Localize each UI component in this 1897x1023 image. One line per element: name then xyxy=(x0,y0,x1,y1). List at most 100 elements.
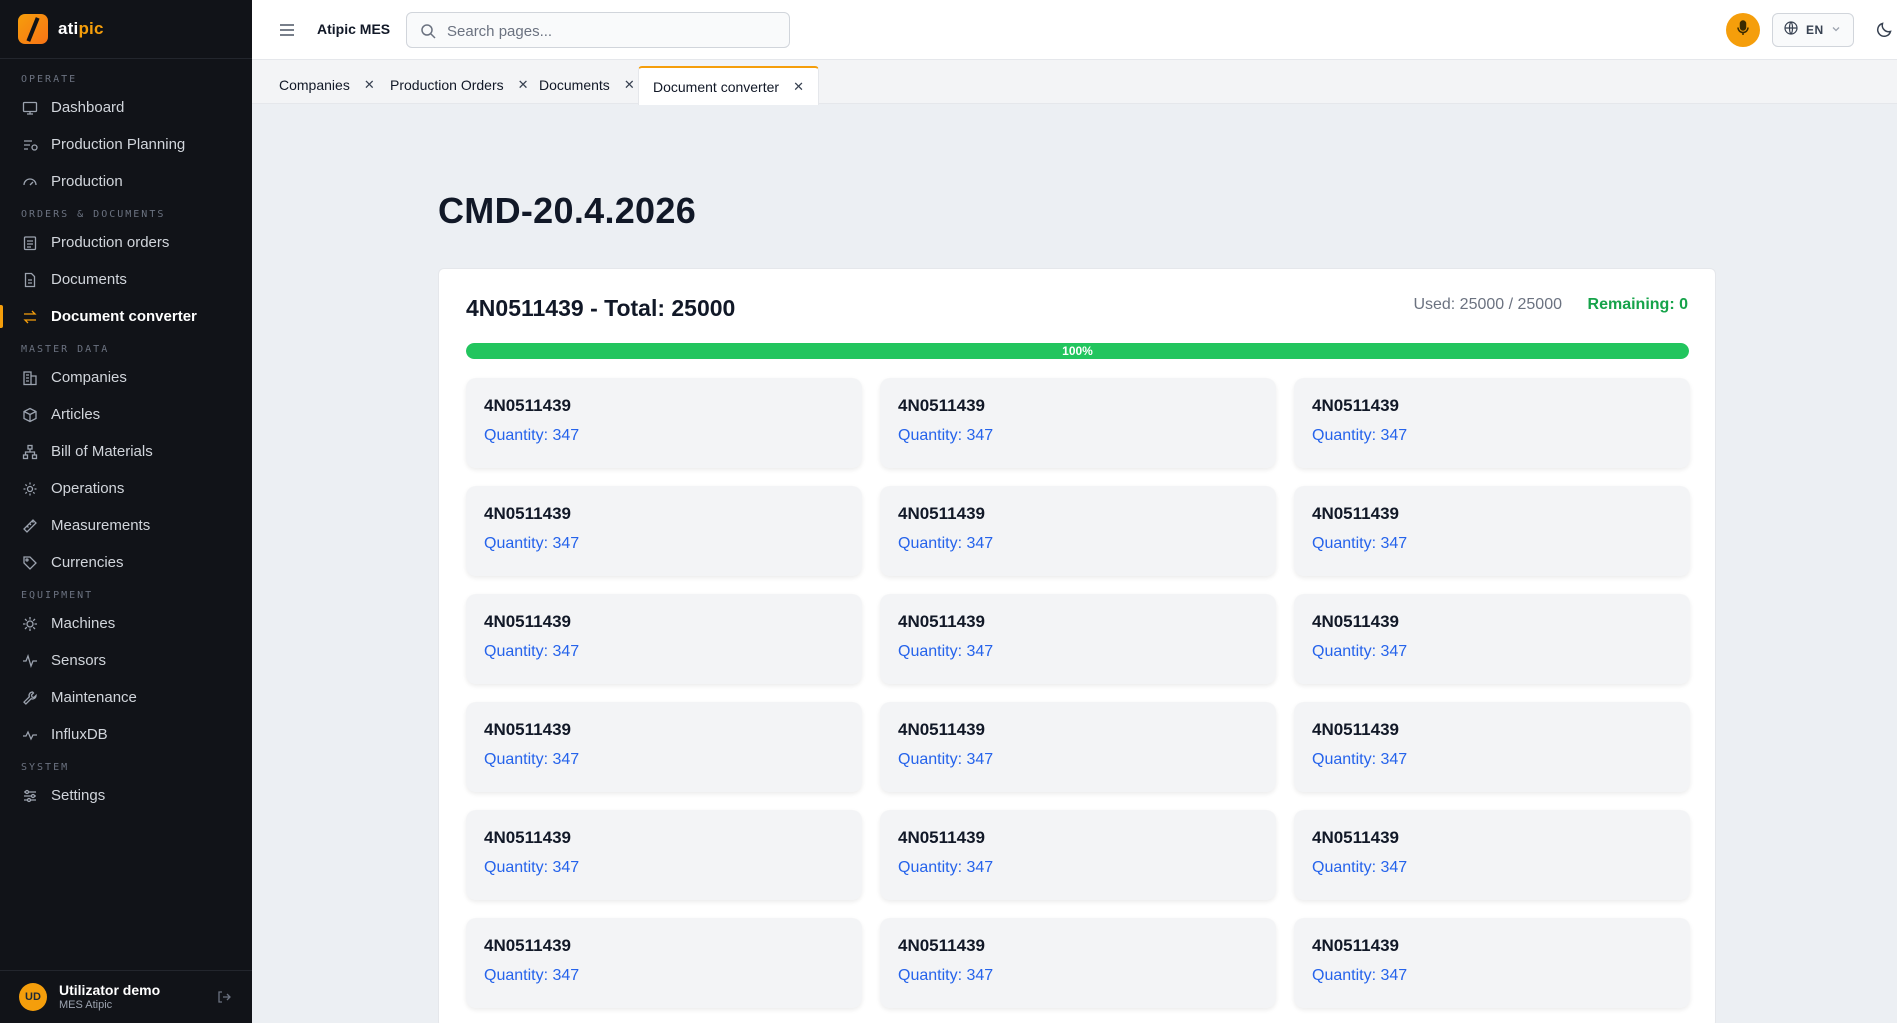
sidebar-item-influxdb[interactable]: InfluxDB xyxy=(0,716,252,753)
allocation-card[interactable]: 4N0511439 Quantity: 347 xyxy=(466,378,862,468)
card-quantity: Quantity: 347 xyxy=(898,967,994,984)
sidebar-item-machines[interactable]: Machines xyxy=(0,605,252,642)
allocation-card[interactable]: 4N0511439 Quantity: 347 xyxy=(466,918,862,1008)
allocation-card[interactable]: 4N0511439 Quantity: 347 xyxy=(880,918,1276,1008)
sidebar-item-label: Sensors xyxy=(51,652,107,669)
allocation-card[interactable]: 4N0511439 Quantity: 347 xyxy=(880,486,1276,576)
card-code: 4N0511439 xyxy=(484,612,571,631)
allocation-card[interactable]: 4N0511439 Quantity: 347 xyxy=(880,810,1276,900)
card-quantity: Quantity: 347 xyxy=(1312,535,1408,552)
sidebar-item-measurements[interactable]: Measurements xyxy=(0,507,252,544)
close-icon[interactable]: ✕ xyxy=(364,77,375,93)
box-icon xyxy=(21,406,38,423)
tab-documents[interactable]: Documents ✕ xyxy=(525,66,635,104)
sidebar-item-articles[interactable]: Articles xyxy=(0,396,252,433)
sidebar-item-dashboard[interactable]: Dashboard xyxy=(0,89,252,126)
card-code: 4N0511439 xyxy=(1312,936,1399,955)
microphone-button[interactable] xyxy=(1726,13,1760,47)
card-code: 4N0511439 xyxy=(1312,396,1399,415)
card-code: 4N0511439 xyxy=(1312,612,1399,631)
activity-icon xyxy=(21,726,38,743)
brand[interactable]: atipic xyxy=(0,0,252,59)
card-code: 4N0511439 xyxy=(898,612,985,631)
allocation-card[interactable]: 4N0511439 Quantity: 347 xyxy=(1294,594,1690,684)
allocation-card[interactable]: 4N0511439 Quantity: 347 xyxy=(1294,486,1690,576)
sidebar-item-companies[interactable]: Companies xyxy=(0,359,252,396)
allocation-card[interactable]: 4N0511439 Quantity: 347 xyxy=(466,594,862,684)
allocation-card[interactable]: 4N0511439 Quantity: 347 xyxy=(466,810,862,900)
user-name: Utilizator demo xyxy=(59,982,161,999)
moon-icon[interactable] xyxy=(1876,20,1896,40)
card-quantity: Quantity: 347 xyxy=(898,643,994,660)
card-quantity: Quantity: 347 xyxy=(1312,967,1408,984)
document-icon xyxy=(21,271,38,288)
card-quantity: Quantity: 347 xyxy=(484,643,580,660)
search-input[interactable] xyxy=(447,21,777,41)
card-quantity: Quantity: 347 xyxy=(1312,751,1408,768)
sidebar-item-label: Production xyxy=(51,173,123,190)
wrench-icon xyxy=(21,689,38,706)
topbar: Atipic MES EN xyxy=(252,0,1897,60)
card-code: 4N0511439 xyxy=(484,396,571,415)
microphone-icon xyxy=(1736,19,1750,41)
progress-label: 100% xyxy=(1062,344,1093,358)
progress-bar: 100% xyxy=(466,343,1689,359)
card-code: 4N0511439 xyxy=(484,828,571,847)
sidebar-item-maintenance[interactable]: Maintenance xyxy=(0,679,252,716)
menu-icon[interactable] xyxy=(277,20,297,40)
sidebar-item-label: Production orders xyxy=(51,234,170,251)
sidebar-item-label: Operations xyxy=(51,480,125,497)
card-quantity: Quantity: 347 xyxy=(898,751,994,768)
used-count: Used: 25000 / 25000 xyxy=(1413,296,1562,313)
sidebar-item-document-converter[interactable]: Document converter xyxy=(0,298,252,335)
card-quantity: Quantity: 347 xyxy=(484,751,580,768)
nav-section-equipment: EQUIPMENT xyxy=(21,590,94,601)
language-selector[interactable]: EN xyxy=(1772,13,1854,47)
user-profile[interactable]: UD Utilizator demo MES Atipic xyxy=(0,970,252,1023)
allocation-card[interactable]: 4N0511439 Quantity: 347 xyxy=(880,702,1276,792)
allocation-card[interactable]: 4N0511439 Quantity: 347 xyxy=(1294,702,1690,792)
search-box[interactable] xyxy=(406,12,790,48)
sidebar-nav: OPERATE Dashboard Production Planning Produ… xyxy=(0,59,252,814)
tab-companies[interactable]: Companies ✕ xyxy=(265,66,375,104)
allocation-card[interactable]: 4N0511439 Quantity: 347 xyxy=(1294,810,1690,900)
sidebar-item-settings[interactable]: Settings xyxy=(0,777,252,814)
card-code: 4N0511439 xyxy=(898,396,985,415)
avatar[interactable]: UD xyxy=(19,983,47,1011)
sidebar-item-sensors[interactable]: Sensors xyxy=(0,642,252,679)
sidebar-item-label: Documents xyxy=(51,271,127,288)
tab-document-converter[interactable]: Document converter ✕ xyxy=(638,66,819,105)
allocation-card[interactable]: 4N0511439 Quantity: 347 xyxy=(466,486,862,576)
allocation-card[interactable]: 4N0511439 Quantity: 347 xyxy=(880,594,1276,684)
card-quantity: Quantity: 347 xyxy=(484,427,580,444)
allocation-panel: 4N0511439 - Total: 25000 Used: 25000 / 2… xyxy=(438,268,1716,1023)
card-code: 4N0511439 xyxy=(898,936,985,955)
allocation-card[interactable]: 4N0511439 Quantity: 347 xyxy=(1294,918,1690,1008)
sidebar-item-production-planning[interactable]: Production Planning xyxy=(0,126,252,163)
allocation-card[interactable]: 4N0511439 Quantity: 347 xyxy=(466,702,862,792)
allocation-card[interactable]: 4N0511439 Quantity: 347 xyxy=(1294,378,1690,468)
sidebar-item-label: Articles xyxy=(51,406,101,423)
logout-icon[interactable] xyxy=(217,990,231,1009)
sidebar-item-currencies[interactable]: Currencies xyxy=(0,544,252,581)
sidebar-item-production-orders[interactable]: Production orders xyxy=(0,224,252,261)
building-icon xyxy=(21,369,38,386)
card-code: 4N0511439 xyxy=(1312,504,1399,523)
sidebar-item-operations[interactable]: Operations xyxy=(0,470,252,507)
sidebar-item-documents[interactable]: Documents xyxy=(0,261,252,298)
allocation-card[interactable]: 4N0511439 Quantity: 347 xyxy=(880,378,1276,468)
card-code: 4N0511439 xyxy=(898,828,985,847)
card-code: 4N0511439 xyxy=(484,504,571,523)
tab-production-orders[interactable]: Production Orders ✕ xyxy=(376,66,529,104)
gauge-icon xyxy=(21,173,38,190)
sidebar-item-bill-of-materials[interactable]: Bill of Materials xyxy=(0,433,252,470)
sidebar-item-production[interactable]: Production xyxy=(0,163,252,200)
close-icon[interactable]: ✕ xyxy=(624,77,635,93)
card-quantity: Quantity: 347 xyxy=(898,859,994,876)
card-quantity: Quantity: 347 xyxy=(484,535,580,552)
card-code: 4N0511439 xyxy=(1312,828,1399,847)
close-icon[interactable]: ✕ xyxy=(793,79,804,95)
ruler-icon xyxy=(21,517,38,534)
sidebar-item-label: Document converter xyxy=(51,308,197,325)
app-title: Atipic MES xyxy=(317,21,391,37)
